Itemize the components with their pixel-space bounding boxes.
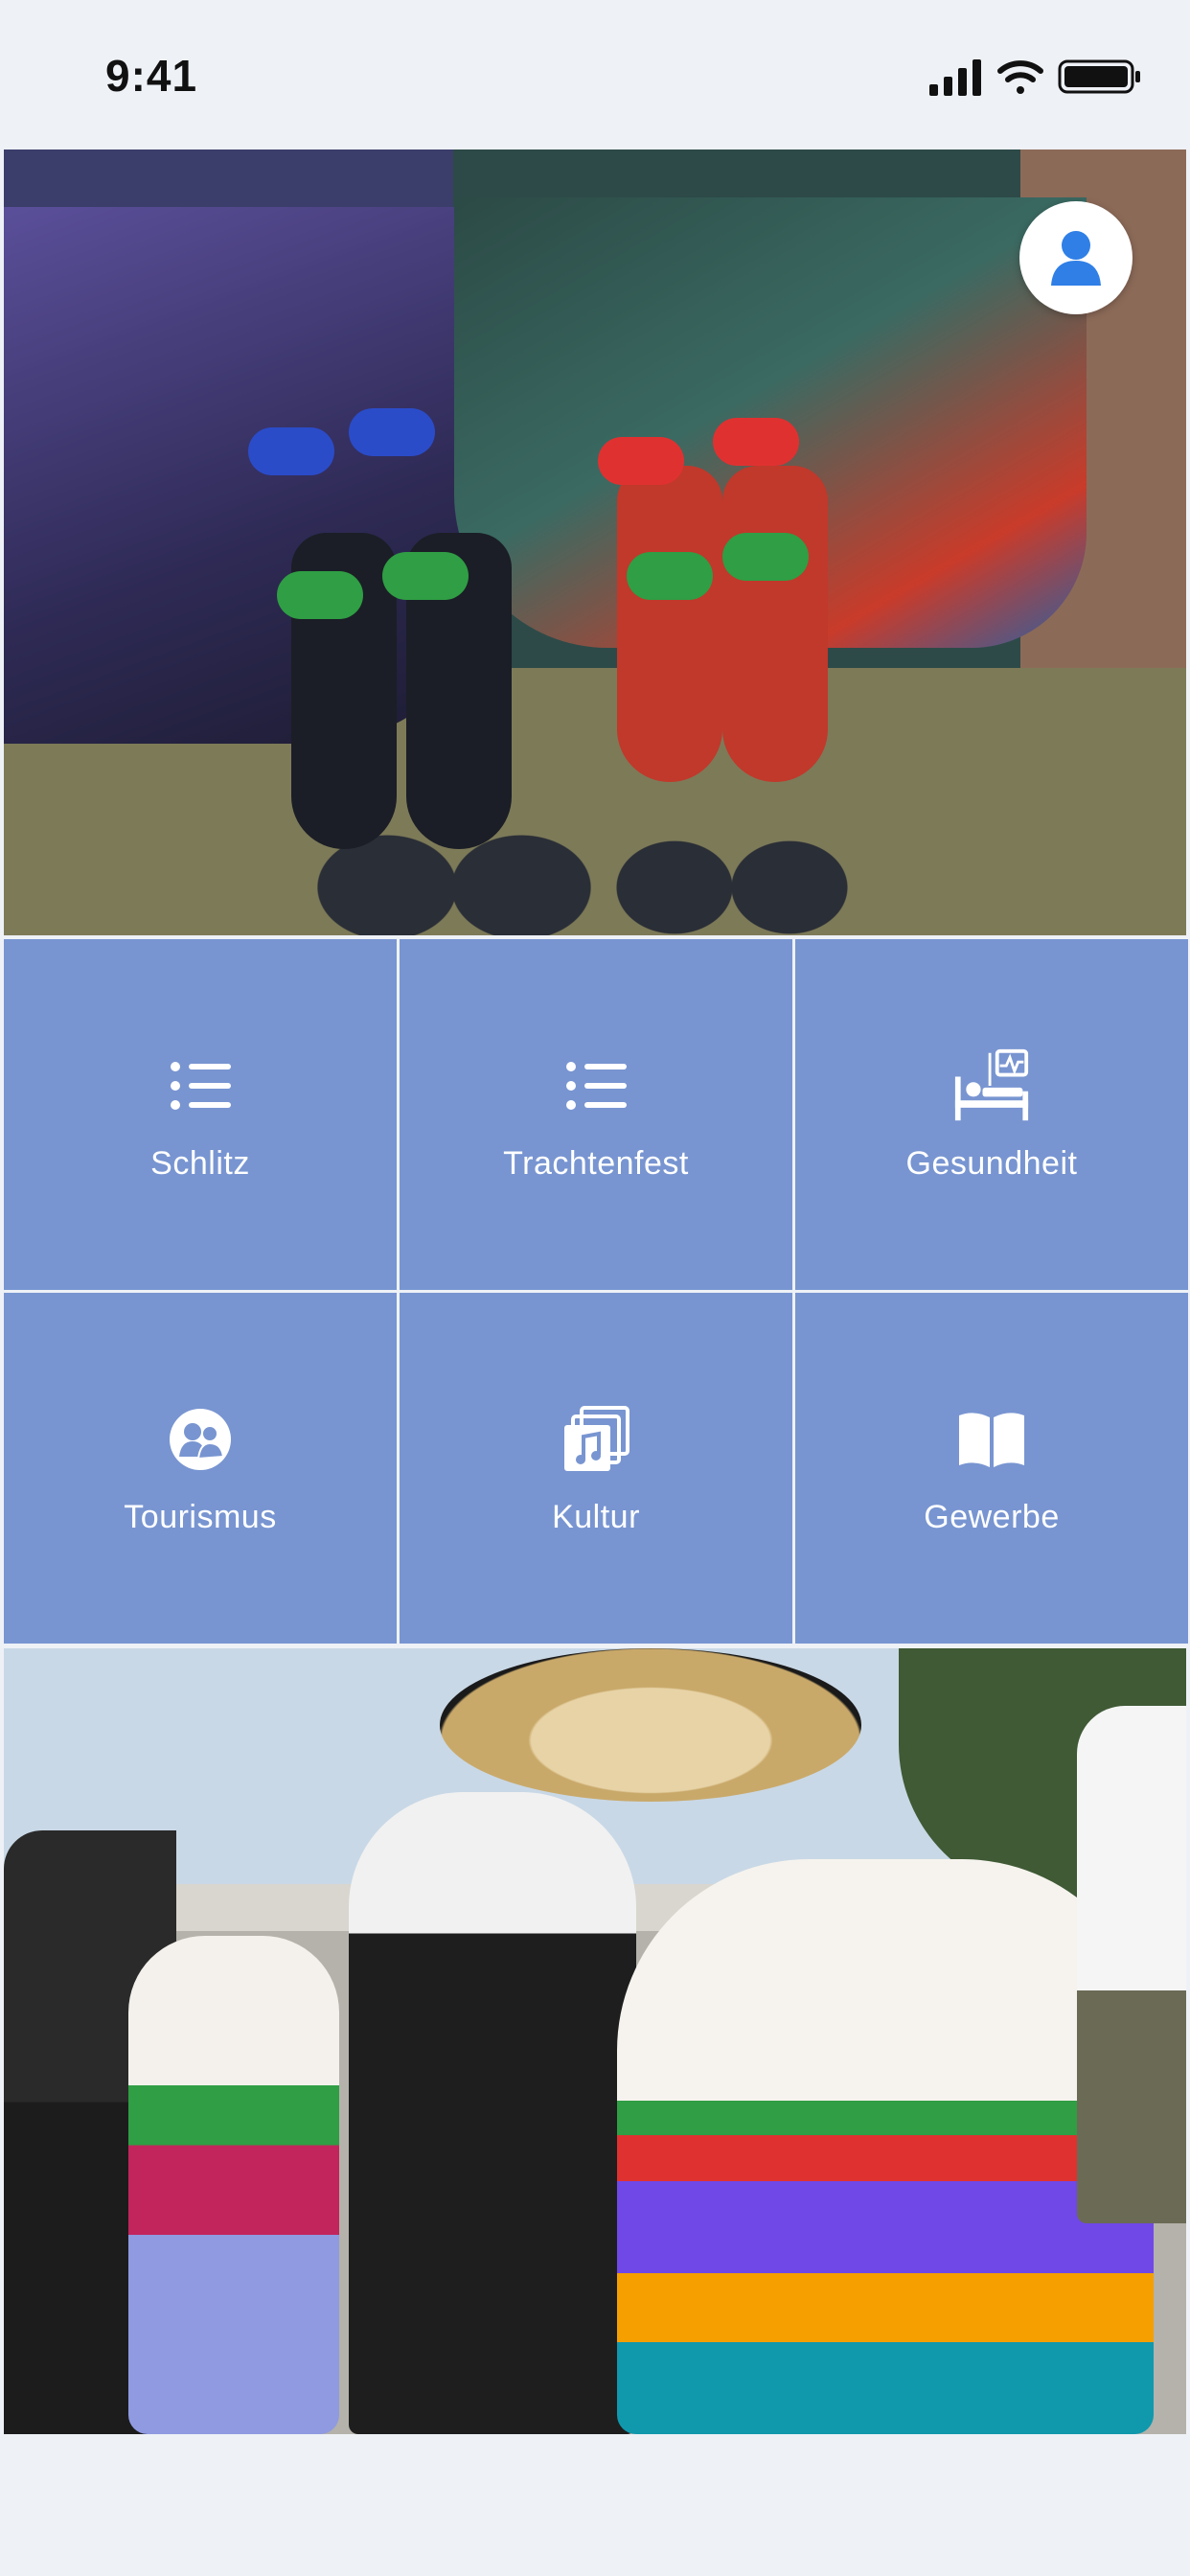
status-icons [929,58,1142,96]
hero-bow [277,571,363,619]
hospital-bed-icon [953,1047,1030,1124]
hero-bow [598,437,684,485]
hero-bow [627,552,713,600]
status-time: 9:41 [105,51,198,101]
dancer-left-woman [128,1936,339,2434]
tile-label: Kultur [552,1498,640,1535]
hero-bow [713,418,799,466]
hero-bow [722,533,809,581]
hero-bow [349,408,435,456]
dancers-image [4,1648,1186,2434]
sombrero [440,1648,861,1802]
category-grid: Schlitz Trachtenfest Gesundheit Tourismu… [0,935,1190,1648]
tile-trachtenfest[interactable]: Trachtenfest [400,939,792,1290]
tile-gewerbe[interactable]: Gewerbe [795,1293,1188,1644]
cellular-signal-icon [929,59,981,96]
bystander-right [1077,1706,1186,2223]
tile-label: Gesundheit [905,1144,1078,1182]
hero-image-costumes [4,150,1186,935]
tile-schlitz[interactable]: Schlitz [4,939,397,1290]
wifi-icon [997,60,1043,94]
people-circle-icon [162,1401,239,1478]
hero-bow [382,552,469,600]
hero-bow [248,427,334,475]
dancer-center-woman [617,1859,1154,2434]
tile-gesundheit[interactable]: Gesundheit [795,939,1188,1290]
profile-button[interactable] [1019,201,1133,314]
list-icon [558,1047,634,1124]
list-icon [162,1047,239,1124]
open-book-icon [953,1401,1030,1478]
tile-label: Schlitz [150,1144,250,1182]
dancer-center-man [349,1792,636,2434]
tile-tourismus[interactable]: Tourismus [4,1293,397,1644]
battery-icon [1058,59,1140,94]
tile-label: Tourismus [124,1498,277,1535]
hero-sock [617,466,722,782]
tile-label: Trachtenfest [503,1144,689,1182]
music-album-icon [558,1401,634,1478]
status-bar: 9:41 [0,0,1190,150]
user-icon [1051,231,1101,286]
tile-label: Gewerbe [924,1498,1060,1535]
tile-kultur[interactable]: Kultur [400,1293,792,1644]
hero-sock [722,466,828,782]
